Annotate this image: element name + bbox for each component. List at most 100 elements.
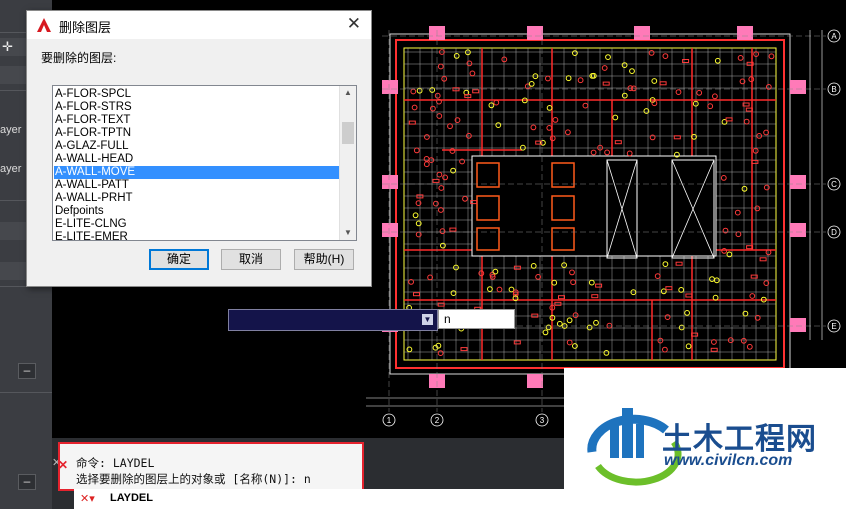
light-fixture [603, 350, 610, 356]
light-fixture [709, 276, 715, 283]
light-fixture [462, 195, 468, 202]
light-fixture [746, 343, 753, 350]
light-fixture [612, 114, 619, 121]
watermark-url: www.civilcn.com [664, 452, 793, 469]
layer-list-item[interactable]: A-WALL-PRHT [54, 192, 340, 205]
layer-list-item[interactable]: E-LITE-EMER [54, 231, 340, 240]
light-fixture [412, 212, 419, 219]
light-fixture [406, 346, 413, 353]
light-fixture [449, 227, 457, 232]
dialog-titlebar[interactable]: 删除图层 ✕ [27, 11, 371, 39]
layer-list-item[interactable]: Defpoints [54, 205, 340, 218]
axis-label: C [831, 180, 837, 189]
light-fixture [437, 350, 444, 357]
structural-column [790, 80, 806, 94]
light-fixture [763, 184, 770, 191]
cancel-button[interactable]: 取消 [221, 249, 281, 270]
light-fixture [528, 81, 535, 87]
light-fixture [682, 59, 690, 63]
command-prompt-icon[interactable]: ✕▾ [80, 492, 106, 506]
axis-label: B [831, 85, 836, 94]
light-fixture [590, 149, 597, 156]
autocad-logo-icon [37, 18, 51, 32]
light-fixture [722, 227, 729, 234]
light-fixture [734, 209, 741, 216]
collapse-button[interactable]: – [18, 363, 36, 379]
light-fixture [520, 144, 526, 151]
dynamic-prompt-box: ▼ [228, 309, 438, 331]
light-fixture [725, 117, 733, 122]
layer-tool-label: ayer [0, 124, 22, 136]
minus-icon: – [23, 474, 31, 488]
light-fixture [754, 205, 761, 212]
light-fixture [595, 283, 603, 288]
layer-list-item[interactable]: A-FLOR-TEXT [54, 114, 340, 127]
light-fixture [710, 347, 718, 352]
close-icon[interactable]: ✕ [347, 15, 361, 33]
light-fixture [556, 320, 563, 327]
axis-label: 3 [540, 416, 545, 425]
light-fixture [713, 277, 720, 284]
ok-button[interactable]: 确定 [149, 249, 209, 270]
light-fixture [657, 337, 664, 344]
structural-column [790, 223, 806, 237]
light-fixture [602, 81, 610, 86]
light-fixture [432, 178, 440, 183]
light-fixture [685, 293, 693, 298]
light-fixture [605, 54, 611, 60]
scroll-thumb[interactable] [342, 122, 354, 144]
light-fixture [601, 65, 608, 71]
delete-layer-dialog: 删除图层 ✕ 要删除的图层: A-FLOR-SPCL A-FLOR-STRS A-F… [26, 10, 372, 287]
light-fixture [430, 105, 436, 112]
light-fixture [415, 220, 422, 227]
layer-list-item[interactable]: A-FLOR-TPTN [54, 127, 340, 140]
layer-list-item[interactable]: A-FLOR-STRS [54, 101, 340, 114]
light-fixture [743, 118, 750, 125]
light-fixture [413, 292, 420, 297]
dropdown-arrow-icon[interactable]: ▼ [422, 314, 433, 325]
collapse-button[interactable]: – [18, 474, 36, 490]
close-icon[interactable]: ✕ [58, 458, 70, 472]
light-fixture [675, 261, 683, 266]
light-fixture [424, 134, 430, 140]
light-fixture [572, 343, 578, 349]
axis-label: A [831, 32, 837, 41]
help-button[interactable]: 帮助(H) [294, 249, 354, 270]
axis-label: E [831, 322, 836, 331]
dialog-title: 删除图层 [59, 20, 112, 35]
layer-list-item[interactable]: A-FLOR-SPCL [54, 88, 340, 101]
dialog-prompt: 要删除的图层: [41, 51, 117, 65]
structural-column [382, 223, 398, 237]
light-fixture [442, 174, 449, 181]
light-fixture [572, 312, 579, 319]
light-fixture [487, 286, 493, 293]
light-fixture [707, 103, 714, 110]
light-fixture [759, 257, 767, 262]
light-fixture [565, 129, 571, 136]
light-fixture [569, 269, 575, 276]
light-fixture [566, 317, 573, 324]
layer-list-item[interactable]: A-WALL-HEAD [54, 153, 340, 166]
axis-label: 1 [387, 416, 392, 425]
light-fixture [604, 149, 610, 156]
light-fixture [659, 81, 667, 86]
light-fixture [501, 56, 508, 63]
light-fixture [665, 286, 673, 291]
structural-column [790, 318, 806, 332]
layer-list-item[interactable]: A-WALL-PATT [54, 179, 340, 192]
layer-list-item[interactable]: E-LITE-CLNG [54, 218, 340, 231]
light-fixture [423, 161, 430, 168]
scroll-down-icon[interactable]: ▼ [340, 226, 356, 240]
light-fixture [469, 70, 476, 77]
dynamic-input-field[interactable]: n [438, 309, 515, 329]
layer-list-item[interactable]: A-WALL-MOVE [54, 166, 340, 179]
scroll-up-icon[interactable]: ▲ [340, 86, 356, 100]
light-fixture [662, 346, 668, 353]
layer-list-item[interactable]: A-GLAZ-FULL [54, 140, 340, 153]
light-fixture [591, 294, 599, 299]
light-fixture [721, 248, 728, 254]
layer-listbox[interactable]: A-FLOR-SPCL A-FLOR-STRS A-FLOR-TEXT A-FLOR-… [52, 85, 357, 241]
command-input[interactable]: ✕▾ LAYDEL [74, 489, 564, 509]
list-scrollbar[interactable]: ▲ ▼ [339, 86, 356, 240]
light-fixture [542, 329, 549, 336]
